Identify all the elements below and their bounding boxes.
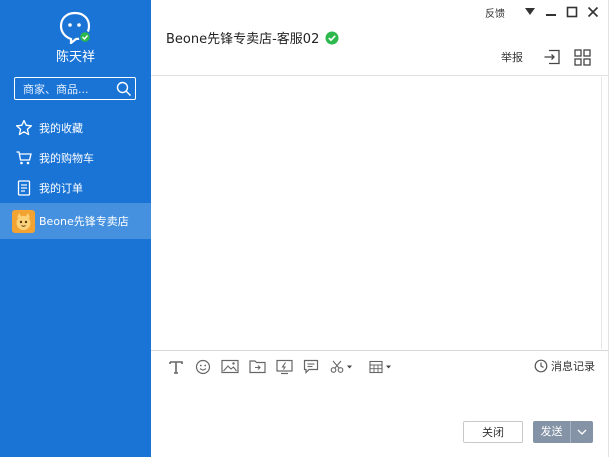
sidebar-item-favorites[interactable]: 我的收藏 <box>0 113 151 143</box>
user-name: 陈天祥 <box>55 50 95 65</box>
sidebar-item-label: 我的收藏 <box>39 122 83 135</box>
report-link[interactable]: 举报 <box>501 49 523 65</box>
search-box[interactable]: 商家、商品... <box>14 77 136 100</box>
message-history-link[interactable]: 消息记录 <box>534 358 595 374</box>
quick-reply-icon[interactable] <box>300 356 322 378</box>
screenshot-icon[interactable] <box>327 356 361 378</box>
send-label[interactable]: 发送 <box>533 421 571 443</box>
sidebar-item-label: 我的购物车 <box>39 152 94 165</box>
star-icon <box>15 119 33 137</box>
verified-check-icon <box>325 31 339 45</box>
order-icon <box>15 179 33 197</box>
window-controls: 反馈 <box>485 4 603 20</box>
dropdown-icon[interactable] <box>519 4 540 20</box>
shop-label: Beone先锋专卖店 <box>39 215 129 228</box>
shop-avatar-icon <box>12 209 35 233</box>
chat-window: 陈天祥 商家、商品... 我的收藏 我的购物车 我的订单 Beone先锋专卖店 … <box>0 0 609 457</box>
sidebar-nav: 我的收藏 我的购物车 我的订单 <box>0 113 151 203</box>
grid-icon[interactable] <box>571 47 593 67</box>
clock-icon <box>534 359 548 373</box>
text-format-icon[interactable] <box>165 356 187 378</box>
header-actions: 举报 <box>501 47 593 67</box>
close-button[interactable]: 关闭 <box>463 421 523 443</box>
image-icon[interactable] <box>219 356 241 378</box>
sidebar-item-label: 我的订单 <box>39 182 83 195</box>
chat-title-text: Beone先锋专卖店-客服02 <box>166 32 320 47</box>
calendar-icon[interactable] <box>366 356 400 378</box>
emoji-icon[interactable] <box>192 356 214 378</box>
file-icon[interactable] <box>246 356 268 378</box>
chat-title: Beone先锋专卖店-客服02 <box>166 28 339 47</box>
minimize-icon[interactable] <box>540 4 561 20</box>
history-label: 消息记录 <box>551 360 595 373</box>
user-avatar[interactable] <box>58 10 92 46</box>
chat-panel: 反馈 Beone先锋专卖店-客服02 举报 消息记录 关闭 发送 <box>151 0 609 457</box>
close-icon[interactable] <box>582 4 603 20</box>
cart-icon <box>15 149 33 167</box>
send-button[interactable]: 发送 <box>533 421 593 443</box>
sidebar-item-shop[interactable]: Beone先锋专卖店 <box>0 203 151 239</box>
sidebar-item-cart[interactable]: 我的购物车 <box>0 143 151 173</box>
search-icon[interactable] <box>113 78 135 100</box>
search-placeholder[interactable]: 商家、商品... <box>23 81 113 97</box>
chat-header: 反馈 Beone先锋专卖店-客服02 举报 <box>151 0 609 76</box>
screen-share-icon[interactable] <box>273 356 295 378</box>
message-area[interactable] <box>151 77 609 349</box>
sidebar-item-orders[interactable]: 我的订单 <box>0 173 151 203</box>
chevron-down-icon[interactable] <box>571 429 593 435</box>
feedback-link[interactable]: 反馈 <box>485 5 505 20</box>
message-input[interactable] <box>151 383 609 419</box>
transfer-icon[interactable] <box>541 47 563 67</box>
chat-bubble-avatar-icon <box>59 11 92 46</box>
sidebar: 陈天祥 商家、商品... 我的收藏 我的购物车 我的订单 Beone先锋专卖店 <box>0 0 151 457</box>
maximize-icon[interactable] <box>561 4 582 20</box>
